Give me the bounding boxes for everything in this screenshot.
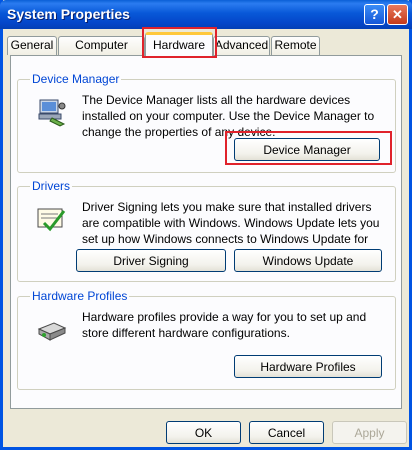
- device-manager-button[interactable]: Device Manager: [234, 138, 380, 161]
- tab-remote[interactable]: Remote: [271, 36, 320, 55]
- device-manager-icon: [38, 99, 66, 127]
- tab-hardware[interactable]: Hardware: [145, 32, 213, 56]
- hardware-profiles-icon: [37, 322, 67, 341]
- title-bar[interactable]: System Properties ? ✕: [0, 0, 412, 29]
- drivers-group: Drivers Driver Signing lets you make sur…: [17, 179, 396, 282]
- cancel-button[interactable]: Cancel: [249, 421, 324, 444]
- close-button[interactable]: ✕: [387, 4, 408, 25]
- driver-signing-icon: [37, 208, 66, 232]
- help-icon: ?: [370, 6, 379, 22]
- hardware-profiles-group-title: Hardware Profiles: [30, 289, 130, 303]
- hardware-profiles-description: Hardware profiles provide a way for you …: [82, 310, 367, 340]
- window-title: System Properties: [7, 6, 130, 22]
- device-manager-group: Device Manager The Device Manager lists …: [17, 72, 396, 173]
- tab-advanced[interactable]: Advanced: [213, 36, 270, 55]
- windows-update-button[interactable]: Windows Update: [234, 249, 382, 272]
- apply-button[interactable]: Apply: [332, 421, 407, 444]
- hardware-profiles-button[interactable]: Hardware Profiles: [234, 355, 382, 378]
- driver-signing-button[interactable]: Driver Signing: [76, 249, 226, 272]
- tab-computer-name[interactable]: Computer Name: [58, 36, 145, 69]
- tab-general[interactable]: General: [7, 36, 57, 55]
- drivers-group-title: Drivers: [30, 179, 72, 193]
- system-properties-window: System Properties ? ✕ General Computer N…: [0, 0, 412, 450]
- close-icon: ✕: [392, 7, 403, 22]
- device-manager-description: The Device Manager lists all the hardwar…: [82, 93, 375, 139]
- help-button[interactable]: ?: [364, 4, 385, 25]
- ok-button[interactable]: OK: [166, 421, 241, 444]
- device-manager-group-title: Device Manager: [30, 72, 122, 86]
- hardware-profiles-group: Hardware Profiles Hardware profiles prov…: [17, 289, 396, 390]
